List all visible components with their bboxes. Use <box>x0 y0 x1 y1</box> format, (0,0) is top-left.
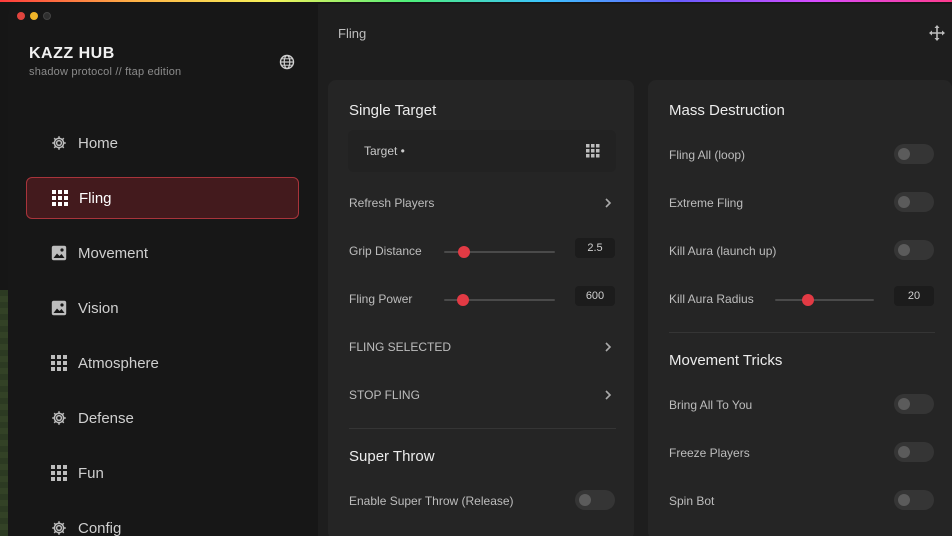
sidebar-item-label: Defense <box>78 409 134 427</box>
page-title: Fling <box>338 26 367 41</box>
maximize-window-button[interactable] <box>43 12 51 20</box>
freeze-players-label: Freeze Players <box>669 446 750 460</box>
super-throw-label: Enable Super Throw (Release) <box>349 494 514 508</box>
sidebar-nav: Home Fling Movement Vision Atmosphere Defense… <box>26 122 299 536</box>
sidebar-item-atmosphere[interactable]: Atmosphere <box>26 342 299 384</box>
grid-icon <box>586 144 600 158</box>
chevron-right-icon <box>605 342 612 352</box>
toggle-knob <box>898 148 910 160</box>
kill-aura-radius-value[interactable]: 20 <box>894 286 934 306</box>
fling-power-label: Fling Power <box>349 292 413 306</box>
extreme-fling-toggle[interactable] <box>894 192 934 212</box>
window-controls <box>17 12 51 20</box>
image-icon <box>50 299 68 317</box>
sidebar-item-label: Config <box>78 519 122 536</box>
target-dropdown[interactable]: Target • <box>348 130 616 172</box>
main-panel: Fling Single Target Target • Refresh Pla… <box>318 4 952 536</box>
grip-distance-label: Grip Distance <box>349 244 422 258</box>
movement-tricks-title: Movement Tricks <box>669 352 783 369</box>
fling-power-slider[interactable] <box>444 292 555 308</box>
refresh-players-button[interactable]: Refresh Players <box>349 196 434 210</box>
kill-aura-radius-slider[interactable] <box>775 292 874 308</box>
toggle-knob <box>898 244 910 256</box>
sidebar-item-label: Movement <box>78 244 149 262</box>
gear-icon <box>50 134 68 152</box>
stop-fling-button[interactable]: STOP FLING <box>349 388 420 402</box>
kill-aura-toggle[interactable] <box>894 240 934 260</box>
kill-aura-radius-label: Kill Aura Radius <box>669 292 754 306</box>
mass-destruction-title: Mass Destruction <box>669 102 785 119</box>
toggle-knob <box>898 494 910 506</box>
grip-distance-value[interactable]: 2.5 <box>575 238 615 258</box>
sidebar-item-label: Vision <box>78 299 119 317</box>
grid-icon <box>50 354 68 372</box>
sidebar-item-home[interactable]: Home <box>26 122 299 164</box>
image-icon <box>50 244 68 262</box>
app-subtitle: shadow protocol // ftap edition <box>29 66 182 78</box>
sidebar: KAZZ HUB shadow protocol // ftap edition… <box>8 4 318 536</box>
toggle-knob <box>898 398 910 410</box>
grid-icon <box>51 189 69 207</box>
rainbow-accent-bar <box>0 0 952 2</box>
slider-knob[interactable] <box>457 246 470 258</box>
toggle-knob <box>579 494 591 506</box>
spin-bot-label: Spin Bot <box>669 494 715 508</box>
chevron-right-icon <box>605 198 612 208</box>
kill-aura-label: Kill Aura (launch up) <box>669 244 777 258</box>
slider-track <box>775 299 874 301</box>
toggle-knob <box>898 446 910 458</box>
chevron-right-icon <box>605 390 612 400</box>
grid-icon <box>50 464 68 482</box>
single-target-card: Single Target Target • Refresh Players G… <box>328 80 634 536</box>
sidebar-item-label: Fun <box>78 464 104 482</box>
super-throw-title: Super Throw <box>349 448 435 465</box>
grip-distance-slider[interactable] <box>444 244 555 260</box>
super-throw-toggle[interactable] <box>575 490 615 510</box>
single-target-title: Single Target <box>349 102 437 119</box>
gear-icon <box>50 409 68 427</box>
toggle-knob <box>898 196 910 208</box>
slider-knob[interactable] <box>456 294 469 306</box>
section-divider <box>669 332 935 333</box>
sidebar-item-movement[interactable]: Movement <box>26 232 299 274</box>
sidebar-item-label: Home <box>78 134 119 152</box>
app-title: KAZZ HUB <box>29 45 115 62</box>
sidebar-item-label: Fling <box>79 189 112 207</box>
close-window-button[interactable] <box>17 12 25 20</box>
fling-selected-button[interactable]: FLING SELECTED <box>349 340 451 354</box>
target-dropdown-label: Target • <box>364 144 405 158</box>
background-ghost-tabs <box>318 12 952 42</box>
fling-all-toggle[interactable] <box>894 144 934 164</box>
slider-knob[interactable] <box>801 294 814 306</box>
sidebar-item-vision[interactable]: Vision <box>26 287 299 329</box>
gear-icon <box>50 519 68 536</box>
sidebar-item-defense[interactable]: Defense <box>26 397 299 439</box>
section-divider <box>349 428 616 429</box>
freeze-players-toggle[interactable] <box>894 442 934 462</box>
sidebar-item-label: Atmosphere <box>78 354 159 372</box>
globe-icon[interactable] <box>279 54 295 70</box>
sidebar-item-fun[interactable]: Fun <box>26 452 299 494</box>
mass-destruction-card: Mass Destruction Fling All (loop) Extrem… <box>648 80 952 536</box>
move-icon[interactable] <box>928 24 946 42</box>
spin-bot-toggle[interactable] <box>894 490 934 510</box>
minimize-window-button[interactable] <box>30 12 38 20</box>
bring-all-toggle[interactable] <box>894 394 934 414</box>
fling-all-label: Fling All (loop) <box>669 148 746 162</box>
sidebar-item-fling[interactable]: Fling <box>26 177 299 219</box>
fling-power-value[interactable]: 600 <box>575 286 615 306</box>
extreme-fling-label: Extreme Fling <box>669 196 744 210</box>
sidebar-item-config[interactable]: Config <box>26 507 299 536</box>
bring-all-label: Bring All To You <box>669 398 753 412</box>
